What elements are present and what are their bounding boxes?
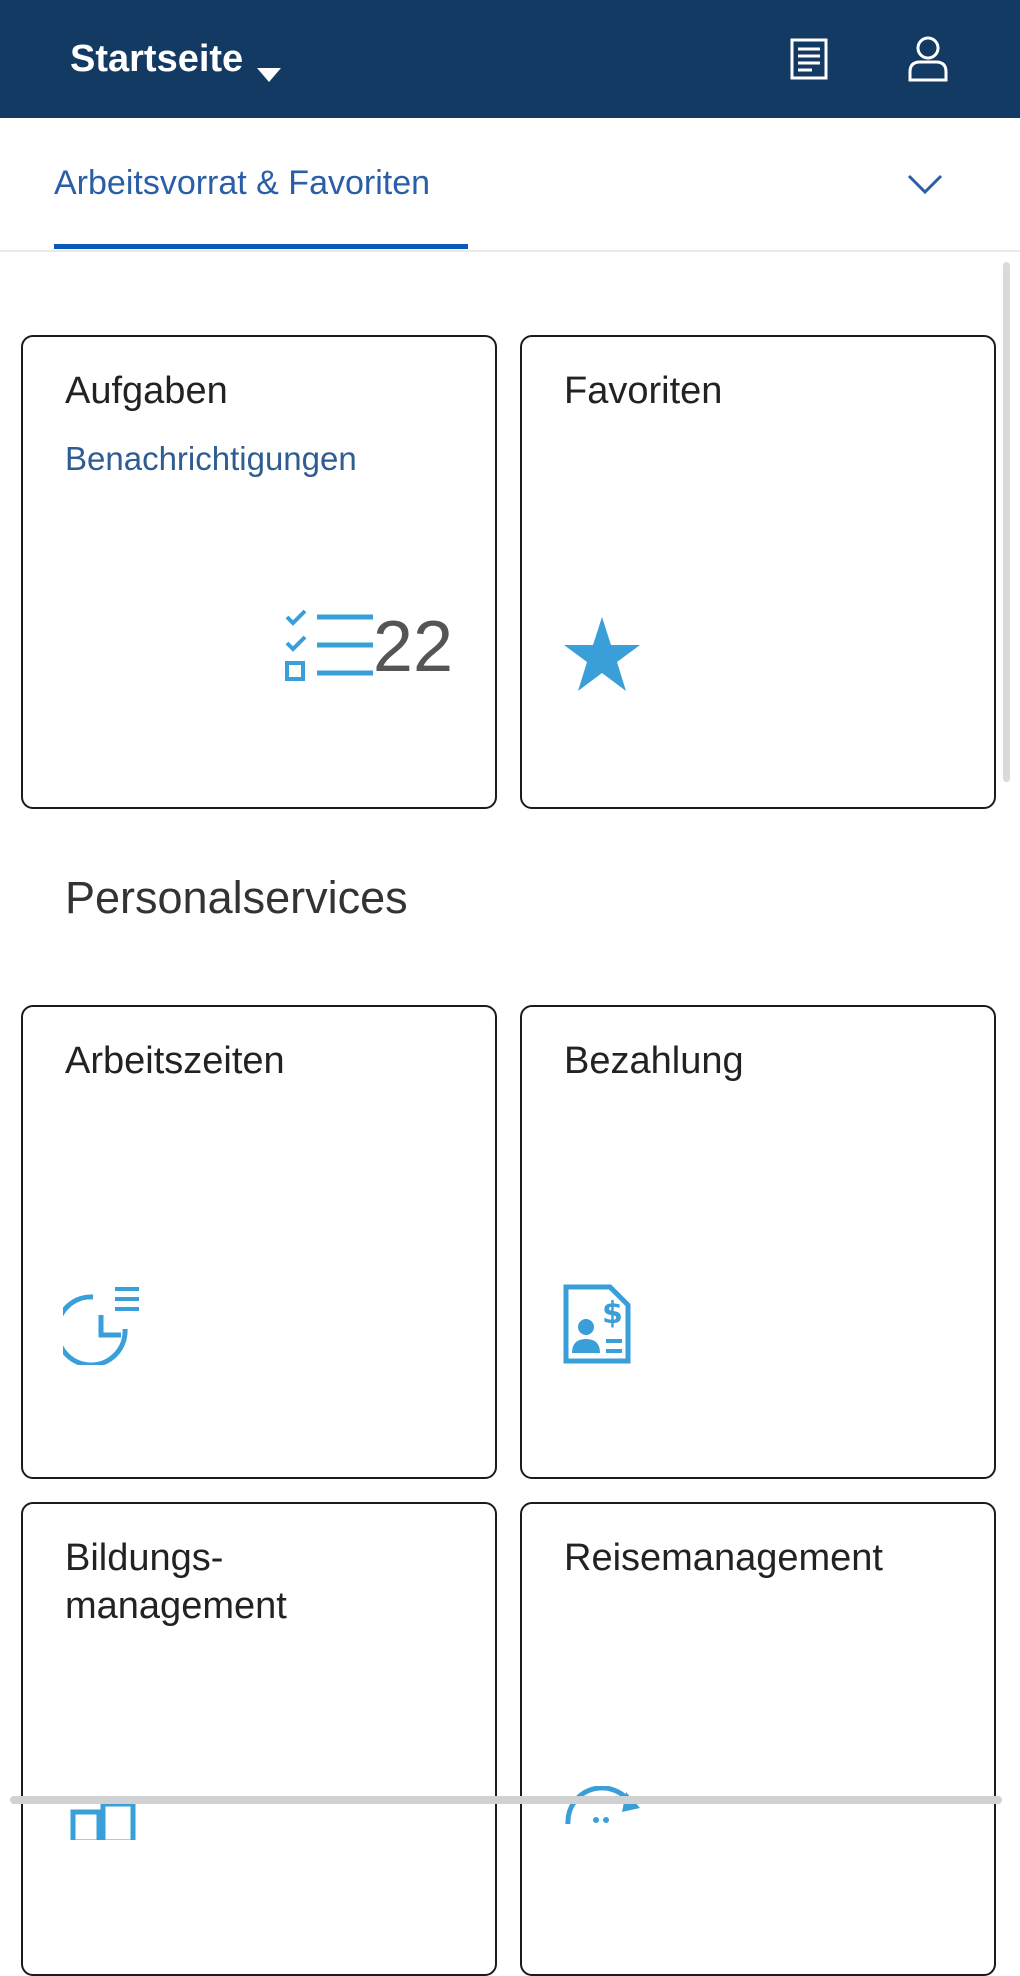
tile-title: Aufgaben: [65, 370, 228, 412]
caret-down-icon: [257, 51, 282, 82]
page-title: Startseite: [70, 37, 244, 80]
tile-title: Reisemanagement: [564, 1537, 883, 1579]
svg-text:$: $: [602, 1296, 623, 1331]
tile-title: Favoriten: [564, 370, 723, 412]
home-title-menu[interactable]: Startseite: [70, 34, 282, 84]
user-icon[interactable]: [904, 34, 952, 84]
favorites-tile[interactable]: Favoriten: [520, 335, 996, 809]
vertical-scrollbar[interactable]: [1003, 262, 1010, 782]
travel-icon: [562, 1785, 644, 1826]
notifications-list-icon[interactable]: [786, 34, 834, 84]
learning-management-tile[interactable]: Bildungs- management: [21, 1502, 497, 1976]
task-list-icon: [283, 607, 375, 687]
tasks-tile[interactable]: Aufgaben Benachrichtigungen 22: [21, 335, 497, 809]
tile-title: Bildungs- management: [65, 1537, 287, 1627]
tile-title: Arbeitszeiten: [65, 1040, 285, 1082]
shell-header: Startseite: [0, 0, 1020, 118]
star-icon: [562, 615, 642, 693]
working-times-tile[interactable]: Arbeitszeiten: [21, 1005, 497, 1479]
tasks-count: 22: [372, 607, 453, 687]
payslip-icon: $: [562, 1283, 632, 1365]
chevron-down-icon[interactable]: [905, 164, 945, 204]
tab-worklist-favorites[interactable]: Arbeitsvorrat & Favoriten: [54, 118, 468, 250]
tile-title: Bezahlung: [564, 1040, 744, 1082]
horizontal-scrollbar[interactable]: [10, 1796, 1002, 1804]
section-title: Personalservices: [65, 872, 408, 923]
payment-tile[interactable]: Bezahlung $: [520, 1005, 996, 1479]
tile-subtitle: Benachrichtigungen: [65, 440, 357, 477]
travel-management-tile[interactable]: Reisemanagement: [520, 1502, 996, 1976]
time-entry-icon: [54, 1283, 145, 1368]
active-tab-indicator: [54, 244, 468, 249]
tab-bar: Arbeitsvorrat & Favoriten: [0, 118, 1020, 252]
